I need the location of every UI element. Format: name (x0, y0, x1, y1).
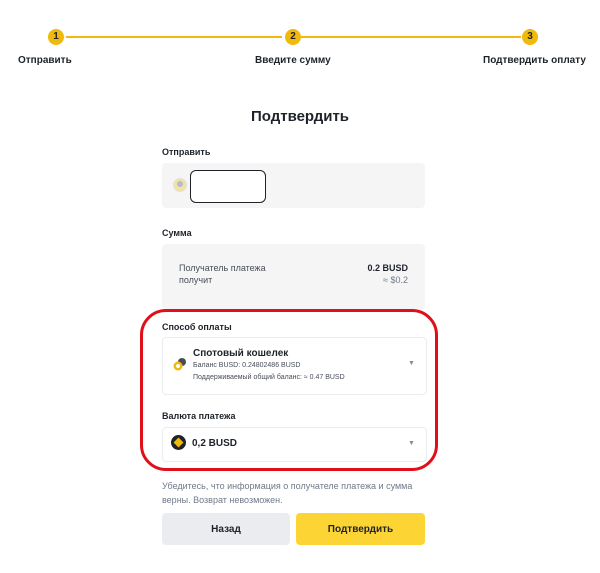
recipient-receives-line2: получит (179, 275, 213, 285)
amount-approx: ≈ $0.2 (383, 275, 408, 285)
confirm-button[interactable]: Подтвердить (296, 513, 425, 545)
back-button[interactable]: Назад (162, 513, 290, 545)
recipient-field[interactable] (190, 170, 266, 203)
send-label: Отправить (162, 147, 211, 157)
refund-notice: Убедитесь, что информация о получателе п… (162, 481, 413, 505)
step-connector (66, 36, 282, 38)
page-title: Подтвердить (250, 108, 350, 125)
user-avatar-icon (173, 178, 187, 192)
progress-stepper: 1 2 3 Отправить Введите сумму Подтвердит… (0, 0, 600, 70)
amount-value: 0.2 BUSD (367, 263, 408, 273)
highlight-outline (140, 309, 438, 471)
recipient-receives-line1: Получатель платежа (179, 263, 266, 273)
step-connector (301, 36, 521, 38)
step-1-indicator: 1 (48, 29, 64, 45)
step-2-indicator: 2 (285, 29, 301, 45)
amount-label: Сумма (162, 228, 192, 238)
step-1-label: Отправить (18, 55, 72, 66)
step-3-indicator: 3 (522, 29, 538, 45)
step-3-label: Подтвердить оплату (483, 55, 586, 66)
step-2-label: Введите сумму (255, 55, 331, 66)
